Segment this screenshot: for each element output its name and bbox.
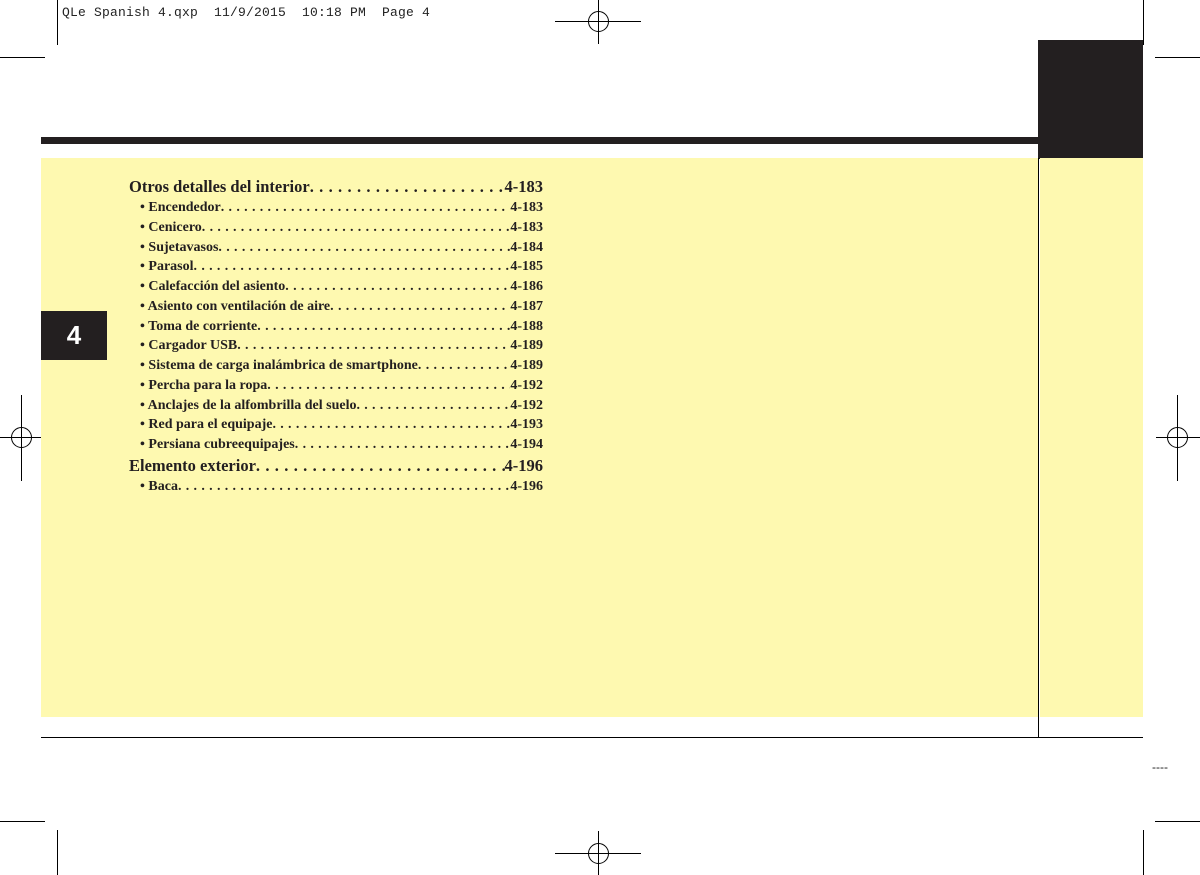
crop-mark [57, 0, 58, 45]
toc-entry[interactable]: • Calefacción del asiento 4-186 [129, 277, 543, 297]
toc-entry-page: 4-183 [510, 219, 543, 235]
page-marker: ---- [1152, 760, 1168, 774]
table-of-contents: Otros detalles del interior4-183• Encend… [129, 176, 543, 497]
toc-entry-label: • Percha para la ropa [140, 377, 268, 393]
toc-entry-page: 4-183 [504, 177, 544, 196]
toc-entry-page: 4-187 [510, 298, 543, 314]
toc-entry-label: • Anclajes de la alfombrilla del suelo [140, 397, 357, 413]
toc-entry-page: 4-192 [510, 397, 543, 413]
file-slug: QLe Spanish 4.qxp 11/9/2015 10:18 PM Pag… [62, 5, 431, 20]
toc-entry-page: 4-184 [510, 239, 543, 255]
chapter-tab: 4 [41, 311, 107, 360]
toc-entry-page: 4-192 [510, 377, 543, 393]
crop-mark [0, 57, 45, 58]
toc-entry[interactable]: • Asiento con ventilación de aire 4-187 [129, 297, 543, 317]
dot-leader [356, 396, 510, 416]
toc-entry-label: • Persiana cubreequipajes [140, 437, 295, 452]
dot-leader [221, 198, 511, 218]
dot-leader [285, 277, 510, 297]
toc-entry-page: 4-193 [510, 417, 543, 433]
toc-entry-label: • Calefacción del asiento [140, 279, 286, 294]
side-panel [1040, 158, 1143, 717]
toc-entry[interactable]: • Cargador USB 4-189 [129, 336, 543, 356]
toc-entry[interactable]: • Anclajes de la alfombrilla del suelo 4-… [129, 396, 543, 416]
dot-leader [310, 176, 505, 198]
crop-mark [1155, 57, 1200, 58]
toc-entry[interactable]: • Persiana cubreequipajes 4-194 [129, 435, 543, 455]
toc-entry[interactable]: • Parasol 4-185 [129, 257, 543, 277]
toc-entry-page: 4-189 [510, 358, 543, 373]
toc-entry-page: 4-194 [510, 437, 543, 452]
bottom-rule [41, 737, 1143, 738]
toc-entry-label: • Sistema de carga inalámbrica de smartp… [140, 358, 418, 373]
toc-entry-label: • Toma de corriente [140, 318, 258, 334]
toc-entry-label: • Cargador USB [140, 338, 238, 354]
dot-leader [202, 218, 511, 238]
toc-entry-label: Elemento exterior [129, 455, 256, 475]
dot-leader [237, 336, 510, 356]
crop-mark [1143, 830, 1144, 875]
dot-leader [267, 376, 510, 396]
toc-entry-page: 4-183 [510, 200, 543, 215]
crop-mark [57, 830, 58, 875]
dot-leader [418, 356, 510, 376]
toc-entry-page: 4-186 [510, 279, 543, 294]
dot-leader [330, 297, 510, 317]
dot-leader [256, 455, 505, 477]
toc-entry-label: • Asiento con ventilación de aire [140, 298, 331, 314]
toc-entry-page: 4-196 [504, 455, 544, 475]
chapter-header-block [1038, 40, 1143, 159]
dot-leader [295, 435, 511, 455]
dot-leader [178, 477, 510, 497]
toc-entry-label: • Red para el equipaje [140, 417, 273, 433]
toc-section-entry[interactable]: Elemento exterior 4-196 [129, 455, 543, 477]
dot-leader [194, 257, 511, 277]
toc-entry-page: 4-196 [510, 478, 543, 494]
toc-section-entry[interactable]: Otros detalles del interior 4-183 [129, 176, 543, 198]
toc-entry[interactable]: • Baca 4-196 [129, 477, 543, 497]
toc-entry-label: • Baca [140, 478, 178, 494]
toc-entry[interactable]: • Sujetavasos 4-184 [129, 238, 543, 258]
toc-entry-page: 4-185 [510, 259, 543, 275]
toc-entry-label: Otros detalles del interior [129, 177, 310, 196]
toc-entry-label: • Sujetavasos [140, 239, 219, 255]
header-rule [41, 137, 1038, 144]
toc-entry[interactable]: • Encendedor 4-183 [129, 198, 543, 218]
toc-entry[interactable]: • Percha para la ropa 4-192 [129, 376, 543, 396]
toc-entry-page: 4-188 [510, 318, 543, 334]
toc-entry[interactable]: • Cenicero 4-183 [129, 218, 543, 238]
dot-leader [218, 238, 510, 258]
toc-entry-label: • Parasol [140, 259, 194, 275]
vertical-rule-top [1143, 0, 1144, 45]
toc-entry-label: • Cenicero [140, 219, 202, 235]
vertical-rule [1038, 158, 1039, 738]
toc-entry[interactable]: • Toma de corriente 4-188 [129, 317, 543, 337]
dot-leader [272, 415, 510, 435]
toc-entry[interactable]: • Sistema de carga inalámbrica de smartp… [129, 356, 543, 376]
dot-leader [257, 317, 510, 337]
toc-entry-page: 4-189 [510, 338, 543, 354]
crop-mark [1155, 821, 1200, 822]
toc-entry[interactable]: • Red para el equipaje 4-193 [129, 415, 543, 435]
crop-mark [0, 821, 45, 822]
toc-entry-label: • Encendedor [140, 200, 221, 215]
